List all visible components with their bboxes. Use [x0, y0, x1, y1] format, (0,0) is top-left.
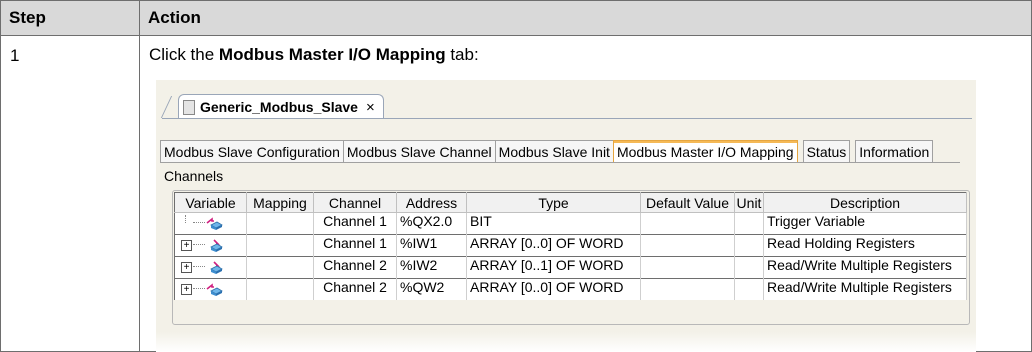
type-cell: ARRAY [0..0] OF WORD	[466, 234, 641, 257]
step-header: Step	[0, 0, 140, 36]
default-value-cell[interactable]	[640, 234, 735, 257]
tree-line	[185, 215, 186, 223]
grid-header-row: Variable Mapping Channel Address Type De…	[174, 192, 967, 213]
input-variable-icon	[210, 261, 223, 274]
column-header-default-value[interactable]: Default Value	[640, 192, 735, 213]
description-cell: Read Holding Registers	[763, 234, 967, 257]
mapping-cell[interactable]	[246, 278, 314, 300]
step-row: 1 Click the Modbus Master I/O Mapping ta…	[0, 35, 1032, 352]
unit-cell	[734, 212, 764, 235]
document-tab-underline	[162, 118, 972, 119]
editor-tab-strip: Modbus Slave Configuration Modbus Slave …	[160, 140, 934, 163]
tab-status[interactable]: Status	[802, 140, 851, 163]
output-variable-icon	[206, 283, 223, 296]
io-mapping-grid: Variable Mapping Channel Address Type De…	[174, 192, 967, 300]
mapping-cell[interactable]	[246, 256, 314, 279]
channel-cell: Channel 1	[313, 234, 397, 257]
tree-line	[193, 266, 205, 267]
instruction-pre: Click the	[149, 45, 219, 64]
mapping-cell[interactable]	[246, 234, 314, 257]
table-row[interactable]: + Channel 2 %QW2 ARRAY [0..0] OF WORD Re…	[174, 278, 967, 300]
editor-screenshot: Generic_Modbus_Slave × Modbus Slave Conf…	[156, 80, 976, 352]
tab-modbus-slave-configuration[interactable]: Modbus Slave Configuration	[160, 140, 344, 163]
tab-modbus-slave-channel[interactable]: Modbus Slave Channel	[342, 140, 496, 163]
mapping-cell[interactable]	[246, 212, 314, 235]
default-value-cell[interactable]	[640, 256, 735, 279]
column-header-address[interactable]: Address	[396, 192, 467, 213]
channel-cell: Channel 2	[313, 256, 397, 279]
procedure-table: Step Action 1 Click the Modbus Master I/…	[0, 0, 1032, 352]
column-header-variable[interactable]: Variable	[174, 192, 247, 213]
table-row[interactable]: Channel 1 %QX2.0 BIT Trigger Variable	[174, 212, 967, 235]
unit-cell	[734, 278, 764, 300]
step-number: 1	[0, 35, 140, 352]
header-row: Step Action	[0, 0, 1032, 36]
type-cell: ARRAY [0..1] OF WORD	[466, 256, 641, 279]
tree-line	[193, 222, 205, 223]
unit-cell	[734, 234, 764, 257]
table-row[interactable]: + Channel 1 %IW1 ARRAY [0..0] OF WORD Re…	[174, 234, 967, 257]
column-header-type[interactable]: Type	[466, 192, 641, 213]
screenshot-fade	[156, 332, 976, 352]
type-cell: BIT	[466, 212, 641, 235]
variable-cell[interactable]: +	[174, 256, 247, 279]
instruction-bold: Modbus Master I/O Mapping	[218, 45, 446, 64]
address-cell: %IW2	[396, 256, 467, 279]
description-cell: Read/Write Multiple Registers	[763, 278, 967, 300]
description-cell: Trigger Variable	[763, 212, 967, 235]
section-label: Channels	[164, 168, 224, 184]
variable-cell[interactable]	[174, 212, 247, 235]
file-icon	[183, 99, 195, 115]
tab-modbus-master-io-mapping[interactable]: Modbus Master I/O Mapping	[612, 140, 798, 163]
action-cell: Click the Modbus Master I/O Mapping tab:…	[139, 35, 1032, 352]
unit-cell	[734, 256, 764, 279]
input-variable-icon	[210, 239, 223, 252]
type-cell: ARRAY [0..0] OF WORD	[466, 278, 641, 300]
table-row[interactable]: + Channel 2 %IW2 ARRAY [0..1] OF WORD Re…	[174, 256, 967, 279]
tab-modbus-slave-init[interactable]: Modbus Slave Init	[494, 140, 614, 163]
instruction-post: tab:	[445, 45, 479, 64]
expand-icon[interactable]: +	[181, 284, 192, 295]
expand-icon[interactable]: +	[181, 262, 192, 273]
default-value-cell[interactable]	[640, 278, 735, 300]
close-icon[interactable]: ×	[366, 99, 375, 116]
tree-line	[193, 288, 205, 289]
default-value-cell[interactable]	[640, 212, 735, 235]
tab-information[interactable]: Information	[855, 140, 934, 163]
description-cell: Read/Write Multiple Registers	[763, 256, 967, 279]
variable-cell[interactable]: +	[174, 278, 247, 300]
address-cell: %IW1	[396, 234, 467, 257]
column-header-description[interactable]: Description	[763, 192, 967, 213]
address-cell: %QX2.0	[396, 212, 467, 235]
output-variable-icon	[206, 217, 223, 230]
tree-line	[193, 244, 205, 245]
column-header-channel[interactable]: Channel	[313, 192, 397, 213]
expand-icon[interactable]: +	[181, 240, 192, 251]
document-tab[interactable]: Generic_Modbus_Slave ×	[178, 94, 384, 119]
variable-cell[interactable]: +	[174, 234, 247, 257]
action-header: Action	[139, 0, 1032, 36]
column-header-mapping[interactable]: Mapping	[246, 192, 314, 213]
document-tab-title: Generic_Modbus_Slave	[200, 99, 358, 115]
address-cell: %QW2	[396, 278, 467, 300]
channel-cell: Channel 2	[313, 278, 397, 300]
instruction-text: Click the Modbus Master I/O Mapping tab:	[149, 45, 479, 65]
column-header-unit[interactable]: Unit	[734, 192, 764, 213]
tab-strip-underline	[160, 162, 960, 163]
channel-cell: Channel 1	[313, 212, 397, 235]
